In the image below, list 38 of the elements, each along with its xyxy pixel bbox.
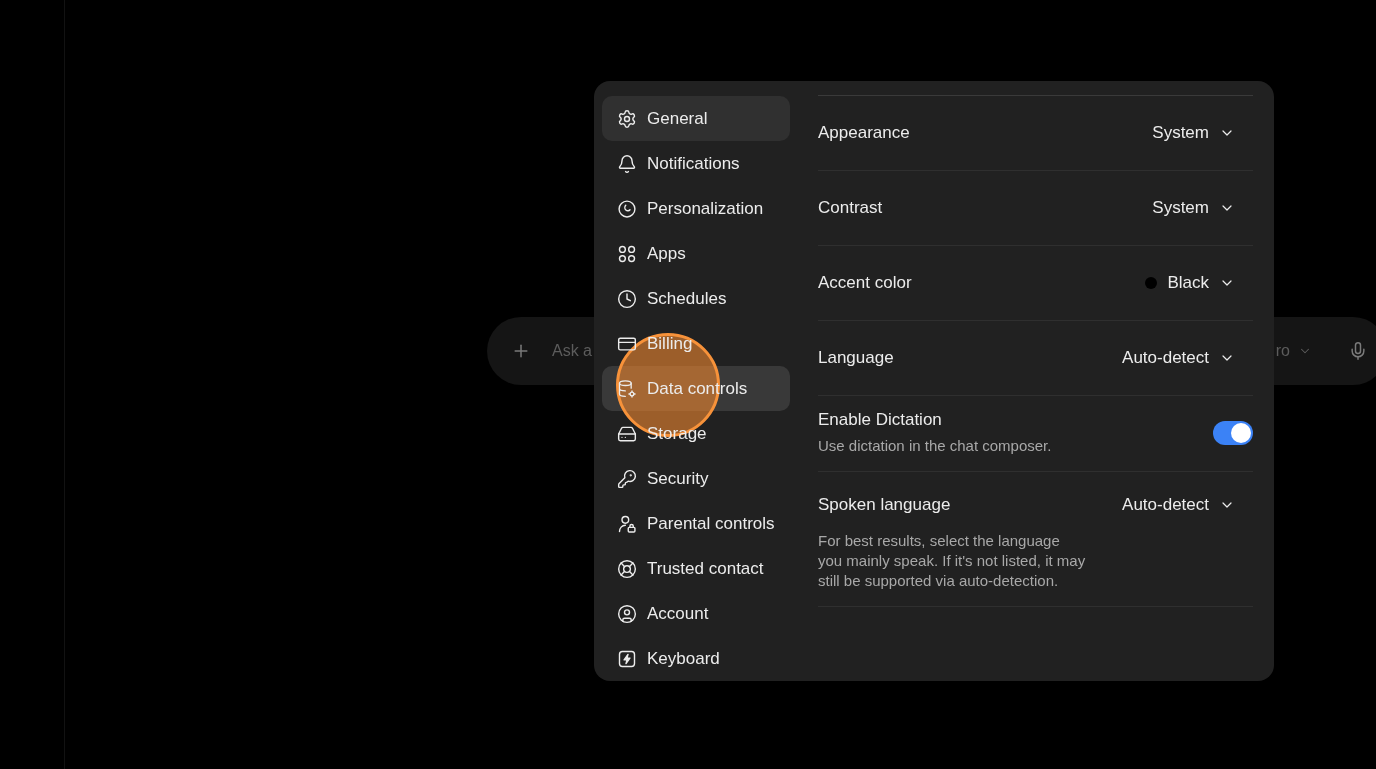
dropdown-button[interactable]: System <box>1152 122 1235 144</box>
four-circles-icon <box>617 243 637 264</box>
database-gear-icon <box>617 378 637 399</box>
user-circle-icon <box>617 603 637 624</box>
setting-description: Use dictation in the chat composer. <box>818 436 1052 456</box>
key-icon <box>617 468 637 489</box>
setting-label: Appearance <box>818 122 910 144</box>
setting-label: Contrast <box>818 197 883 219</box>
setting-label: Enable Dictation <box>818 409 943 431</box>
sidebar-item[interactable]: Billing <box>602 321 790 366</box>
sidebar-item[interactable]: Trusted contact <box>602 546 790 591</box>
microphone-icon[interactable] <box>1348 341 1368 361</box>
sidebar-item[interactable]: Account <box>602 591 790 636</box>
message-input[interactable]: Ask a <box>552 340 596 362</box>
sidebar-item[interactable]: Security <box>602 456 790 501</box>
circle-curve-icon <box>617 198 637 219</box>
setting-label: Accent color <box>818 272 912 294</box>
sidebar-item[interactable]: Schedules <box>602 276 790 321</box>
lightning-square-icon <box>617 648 637 669</box>
dropdown-button[interactable]: System <box>1152 197 1235 219</box>
sidebar-item[interactable]: Apps <box>602 231 790 276</box>
user-lock-icon <box>617 513 637 534</box>
bell-icon <box>617 153 637 174</box>
dropdown-button[interactable]: Black <box>1145 272 1235 294</box>
setting-label: Language <box>818 347 894 369</box>
toggle-switch[interactable] <box>1213 420 1253 445</box>
sidebar-item[interactable]: General <box>602 96 790 141</box>
dropdown-button[interactable]: Auto-detect <box>1122 494 1235 516</box>
sidebar-item[interactable]: Keyboard <box>602 636 790 681</box>
setting-description: For best results, select the language you mainly speak. If it's not listed, it may still be supported via auto-detection. <box>818 531 1087 591</box>
sidebar-item[interactable]: Parental controls <box>602 501 790 546</box>
settings-icon <box>617 108 637 129</box>
sidebar-item[interactable]: Notifications <box>602 141 790 186</box>
sidebar-item[interactable]: Personalization <box>602 186 790 231</box>
dropdown-button[interactable]: Auto-detect <box>1122 347 1235 369</box>
lifebuoy-icon <box>617 558 637 579</box>
setting-label: Spoken language <box>818 494 952 516</box>
clock-icon <box>617 288 637 309</box>
